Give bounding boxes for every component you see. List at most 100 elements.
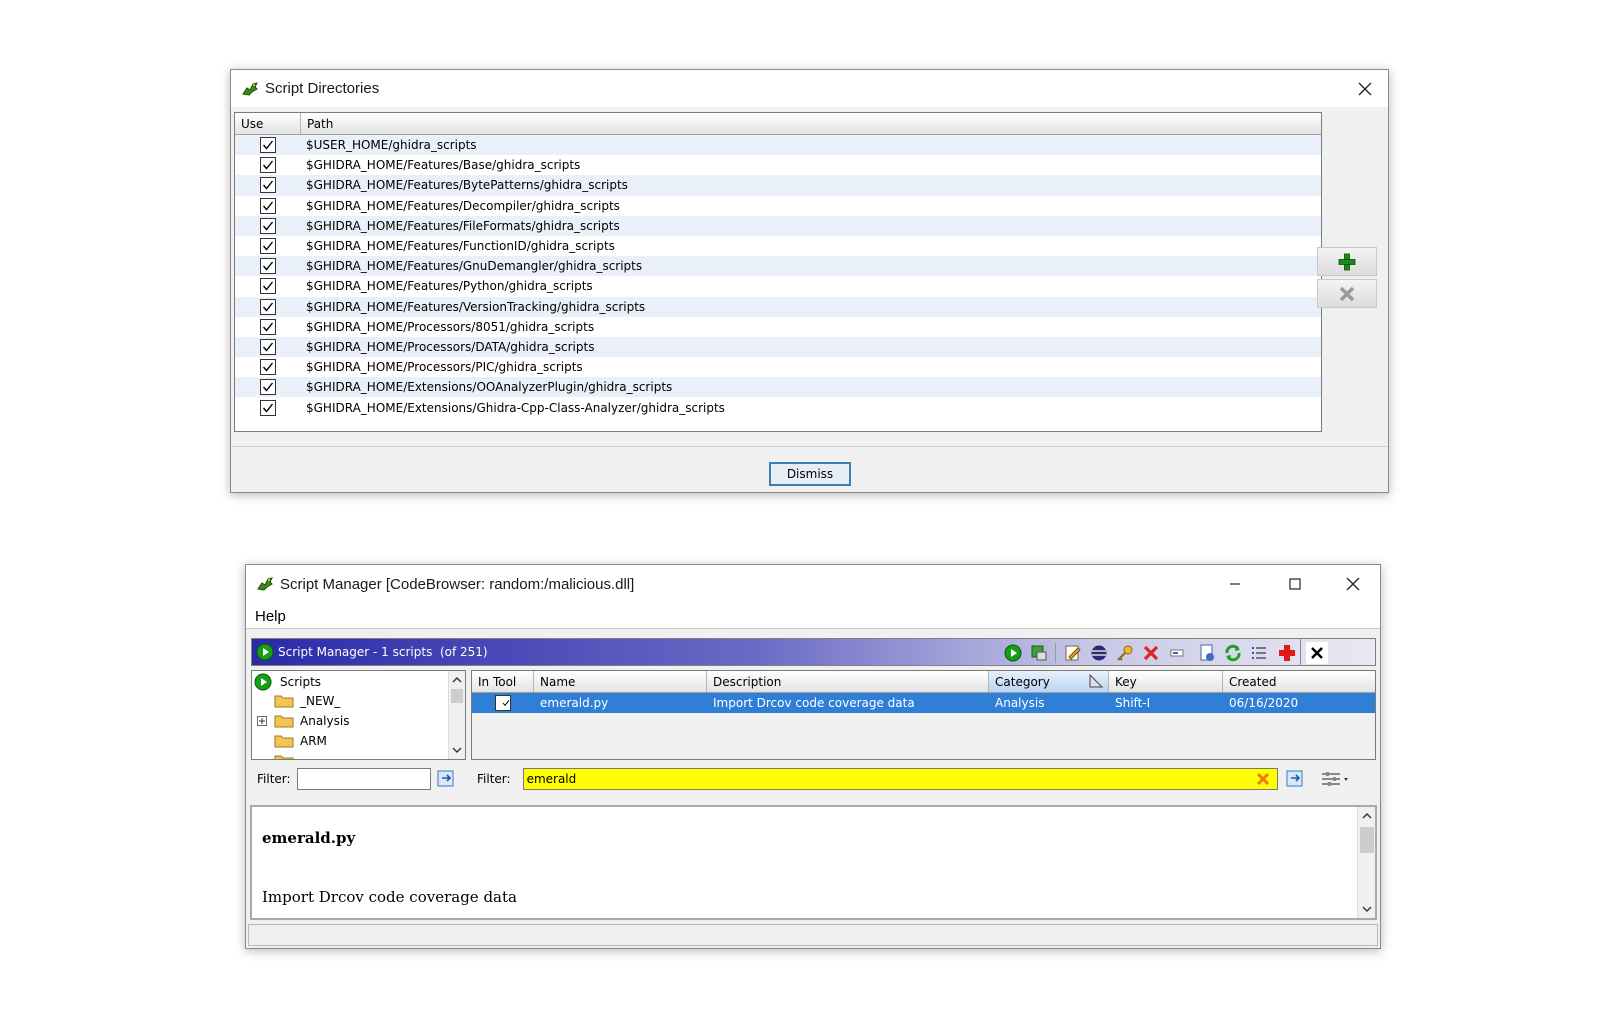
use-checkbox[interactable] — [260, 379, 276, 396]
delete-icon — [1143, 645, 1159, 661]
table-row[interactable]: $GHIDRA_HOME/Features/Base/ghidra_script… — [235, 155, 1321, 175]
table-row[interactable]: $GHIDRA_HOME/Extensions/Ghidra-Cpp-Class… — [235, 397, 1321, 417]
column-header-key[interactable]: Key — [1109, 671, 1223, 692]
tree-root-scripts[interactable]: Scripts — [254, 673, 321, 691]
tree-root-label: Scripts — [280, 675, 322, 689]
table-row[interactable]: $GHIDRA_HOME/Features/FunctionID/ghidra_… — [235, 236, 1321, 256]
use-checkbox[interactable] — [260, 298, 276, 315]
table-row[interactable]: $GHIDRA_HOME/Features/Python/ghidra_scri… — [235, 276, 1321, 296]
chevron-down-icon[interactable] — [449, 743, 465, 757]
panel-header: Script Manager - 1 scripts (of 251) — [251, 638, 1376, 666]
use-checkbox[interactable] — [260, 238, 276, 255]
remove-directory-button[interactable] — [1317, 279, 1377, 308]
table-row[interactable]: $GHIDRA_HOME/Features/FileFormats/ghidra… — [235, 215, 1321, 236]
minimize-button[interactable] — [1212, 565, 1258, 603]
expand-icon[interactable] — [257, 715, 267, 726]
use-checkbox[interactable] — [260, 217, 276, 234]
checkmark-icon — [262, 362, 274, 372]
new-script-button[interactable] — [1196, 642, 1218, 664]
tree-scrollbar[interactable] — [448, 671, 465, 759]
column-header-category[interactable]: Category — [989, 671, 1109, 692]
table-row[interactable]: $USER_HOME/ghidra_scripts — [235, 135, 1321, 156]
run-script-icon — [254, 673, 272, 691]
dialog-title: Script Directories — [265, 80, 380, 97]
path-cell: $GHIDRA_HOME/Features/Python/ghidra_scri… — [306, 279, 593, 294]
table-row[interactable]: $GHIDRA_HOME/Extensions/OOAnalyzerPlugin… — [235, 377, 1321, 398]
use-checkbox[interactable] — [260, 157, 276, 174]
column-header-description[interactable]: Description — [707, 671, 989, 692]
scroll-thumb[interactable] — [1360, 827, 1374, 853]
column-header-in-tool[interactable]: In Tool — [472, 671, 534, 692]
path-cell: $GHIDRA_HOME/Extensions/OOAnalyzerPlugin… — [306, 380, 673, 395]
chevron-up-icon[interactable] — [449, 673, 465, 687]
maximize-button[interactable] — [1272, 565, 1318, 603]
eclipse-edit-button[interactable] — [1088, 642, 1110, 664]
scroll-thumb[interactable] — [451, 689, 463, 703]
use-checkbox[interactable] — [260, 197, 276, 214]
use-cell — [235, 137, 301, 154]
table-row[interactable]: $GHIDRA_HOME/Features/BytePatterns/ghidr… — [235, 175, 1321, 196]
clear-filter-icon[interactable] — [1256, 772, 1270, 786]
table-row[interactable]: $GHIDRA_HOME/Features/GnuDemangler/ghidr… — [235, 256, 1321, 277]
close-button[interactable] — [1330, 565, 1376, 603]
column-header-created[interactable]: Created — [1223, 671, 1375, 692]
in-tool-checkbox[interactable] — [495, 695, 511, 711]
panel-title: Script Manager - 1 scripts (of 251) — [278, 645, 488, 659]
folder-icon — [274, 753, 294, 759]
filter-options-icon[interactable] — [1286, 770, 1306, 788]
help-button[interactable] — [1276, 642, 1298, 664]
checkmark-icon — [262, 140, 274, 150]
in-tool-cell — [472, 695, 534, 711]
table-filter-input[interactable] — [522, 768, 1278, 790]
key-cell: Shift-I — [1115, 696, 1151, 710]
plus-icon — [1338, 253, 1356, 270]
column-header-use[interactable]: Use — [235, 113, 301, 134]
use-cell — [235, 157, 301, 174]
column-filter-icon[interactable] — [1320, 770, 1350, 788]
tree-filter-input[interactable] — [296, 768, 431, 790]
table-body: $USER_HOME/ghidra_scripts $GHIDRA_HOME/Fe… — [235, 135, 1321, 418]
dismiss-button[interactable]: Dismiss — [769, 462, 851, 486]
use-checkbox[interactable] — [260, 258, 276, 275]
table-row[interactable]: $GHIDRA_HOME/Processors/8051/ghidra_scri… — [235, 317, 1321, 337]
table-row[interactable]: $GHIDRA_HOME/Features/VersionTracking/gh… — [235, 296, 1321, 317]
delete-script-button[interactable] — [1140, 642, 1162, 664]
description-scrollbar[interactable] — [1357, 807, 1375, 918]
table-row[interactable]: emerald.py Import Drcov code coverage da… — [472, 693, 1375, 713]
table-row[interactable]: $GHIDRA_HOME/Processors/PIC/ghidra_scrip… — [235, 357, 1321, 377]
use-checkbox[interactable] — [260, 278, 276, 295]
use-checkbox[interactable] — [260, 359, 276, 376]
close-panel-button[interactable] — [1306, 642, 1328, 664]
refresh-button[interactable] — [1222, 642, 1244, 664]
use-checkbox[interactable] — [260, 338, 276, 355]
table-row[interactable]: $GHIDRA_HOME/Processors/DATA/ghidra_scri… — [235, 336, 1321, 358]
chevron-down-icon[interactable] — [1359, 902, 1375, 916]
chevron-up-icon[interactable] — [1359, 809, 1375, 823]
menu-help[interactable]: Help — [255, 608, 286, 625]
category-tree: Scripts _NEW_ Analysis ARM — [251, 670, 466, 760]
filter-options-icon[interactable] — [437, 770, 457, 788]
close-button[interactable] — [1342, 70, 1388, 108]
tree-item-new[interactable]: _NEW_ — [274, 693, 340, 708]
tree-item-arm[interactable]: ARM — [274, 733, 327, 748]
use-checkbox[interactable] — [260, 399, 276, 416]
add-directory-button[interactable] — [1317, 247, 1377, 276]
table-row[interactable]: $GHIDRA_HOME/Features/Decompiler/ghidra_… — [235, 196, 1321, 216]
rerun-script-button[interactable] — [1028, 642, 1050, 664]
column-header-name[interactable]: Name — [534, 671, 707, 692]
use-checkbox[interactable] — [260, 318, 276, 335]
assign-key-button[interactable] — [1114, 642, 1136, 664]
edit-script-button[interactable] — [1062, 642, 1084, 664]
use-cell — [235, 379, 301, 396]
rename-script-button[interactable] — [1166, 642, 1188, 664]
use-checkbox[interactable] — [260, 177, 276, 194]
run-script-button[interactable] — [1002, 642, 1024, 664]
tree-item-analysis[interactable]: Analysis — [257, 713, 349, 728]
use-checkbox[interactable] — [260, 137, 276, 154]
ghidra-dragon-icon — [242, 81, 258, 96]
path-cell: $GHIDRA_HOME/Features/FileFormats/ghidra… — [306, 218, 620, 233]
script-directories-button[interactable] — [1248, 642, 1270, 664]
menu-bar: Help — [246, 603, 1380, 629]
column-header-path[interactable]: Path — [301, 113, 1321, 134]
close-icon — [1346, 577, 1360, 591]
